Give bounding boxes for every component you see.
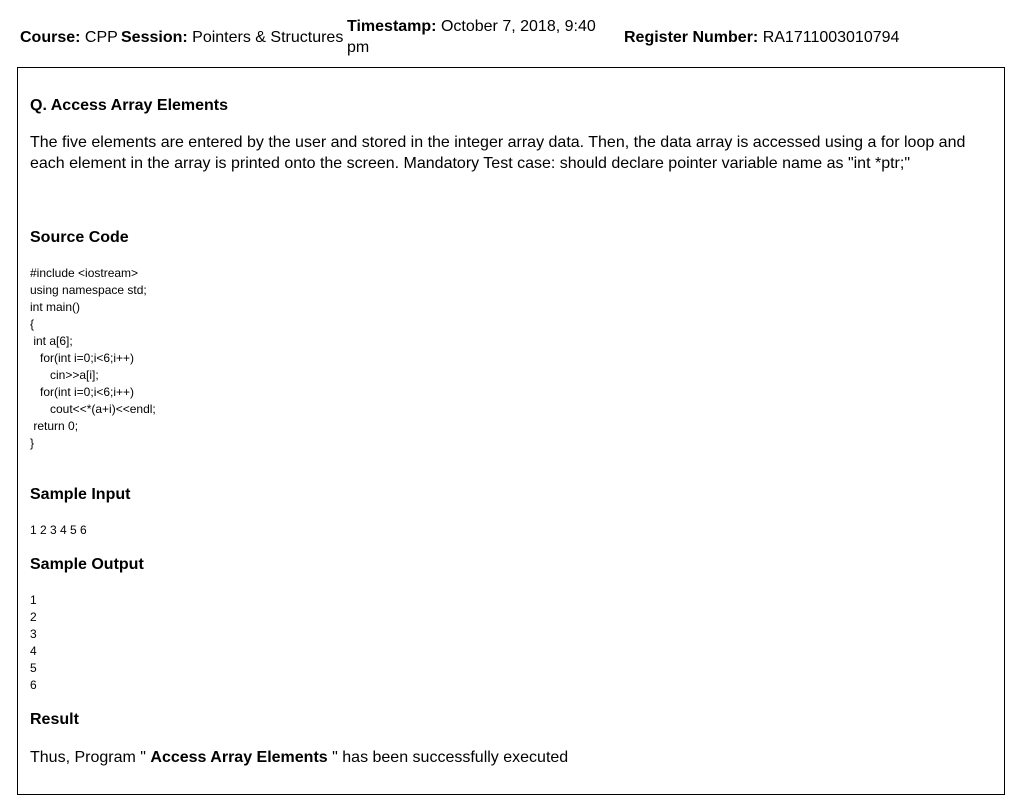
timestamp-label: Timestamp: [347, 18, 437, 35]
result-prefix: Thus, Program " [30, 749, 146, 766]
source-code-heading: Source Code [30, 229, 129, 246]
sample-output-text: 1 2 3 4 5 6 [30, 593, 37, 692]
course-field: Course: CPP [20, 27, 118, 48]
result-text: Thus, Program " Access Array Elements " … [30, 747, 568, 768]
sample-output-heading: Sample Output [30, 556, 144, 573]
result-suffix: " has been successfully executed [332, 749, 569, 766]
session-label: Session: [121, 29, 188, 46]
source-code-block: #include <iostream> using namespace std;… [30, 266, 156, 450]
course-label: Course: [20, 29, 81, 46]
register-value: RA1711003010794 [762, 29, 900, 46]
sample-input-heading: Sample Input [30, 486, 131, 503]
session-value: Pointers & Structures [192, 29, 344, 46]
question-panel: Q. Access Array Elements The five elemen… [17, 67, 1005, 795]
result-heading: Result [30, 711, 79, 728]
timestamp-field: Timestamp: October 7, 2018, 9:40 pm [347, 16, 607, 58]
report-header: Course: CPP Session: Pointers & Structur… [0, 0, 1024, 68]
result-program-name: Access Array Elements [150, 749, 328, 766]
session-field: Session: Pointers & Structures [121, 27, 343, 48]
question-description: The five elements are entered by the use… [30, 134, 966, 172]
register-field: Register Number: RA1711003010794 [624, 27, 899, 48]
question-title: Q. Access Array Elements [30, 97, 229, 114]
register-label: Register Number: [624, 29, 759, 46]
sample-input-text: 1 2 3 4 5 6 [30, 523, 87, 537]
course-value: CPP [84, 29, 118, 46]
